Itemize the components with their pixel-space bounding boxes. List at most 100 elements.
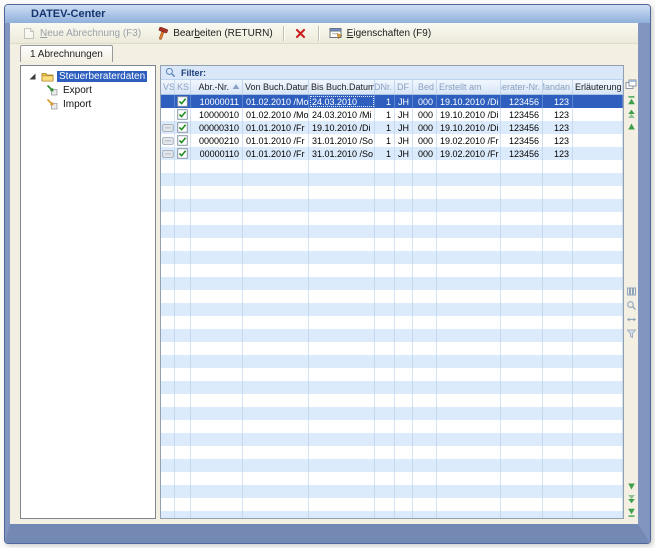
eigenschaften-button[interactable]: Eigenschaften (F9) [322,26,439,41]
cell-bed[interactable]: 000 [413,147,437,160]
column-header-erl[interactable]: Erläuterung [573,80,623,94]
tree-item-export[interactable]: Export [21,83,155,97]
cell-mandan[interactable]: 123 [543,134,573,147]
cell-erl[interactable] [573,121,623,134]
cell-mandan[interactable]: 123 [543,95,573,108]
cell-bed[interactable]: 000 [413,134,437,147]
column-header-von[interactable]: Von Buch.Datum [243,80,309,94]
checkbox-checked-icon[interactable] [176,135,189,147]
cell-bed[interactable]: 000 [413,95,437,108]
checkbox-checked-icon[interactable] [176,122,189,134]
cell-abr[interactable]: 00000110 [191,147,243,160]
scroll-page-down-icon[interactable] [625,493,637,505]
checkbox-checked-icon[interactable] [176,109,189,121]
cell-mandan[interactable]: 123 [543,108,573,121]
cell-dnr[interactable]: 1 [375,108,395,121]
checkbox-checked-icon[interactable] [176,96,189,108]
column-header-erstellt[interactable]: Erstellt am [437,80,501,94]
cell-bis[interactable]: 19.10.2010 /Di [309,121,375,134]
cell-erl[interactable] [573,108,623,121]
cell-df[interactable]: JH [395,147,413,160]
column-header-mandan[interactable]: Mandan [543,80,573,94]
column-header-bed[interactable]: Bed [413,80,437,94]
cell-bis[interactable]: 24.03.2010 /Mi [309,108,375,121]
cell-berater[interactable]: 123456 [501,95,543,108]
cell-df[interactable]: JH [395,121,413,134]
cell-berater[interactable]: 123456 [501,134,543,147]
cell-abr[interactable]: 00000210 [191,134,243,147]
cell-erl[interactable] [573,95,623,108]
cell-ks[interactable] [175,108,191,121]
cell-dnr[interactable]: 1 [375,134,395,147]
empty-cell [413,277,437,290]
filter-magnifier-icon[interactable] [164,67,177,79]
scroll-page-up-icon[interactable] [625,107,637,119]
cell-von[interactable]: 01.01.2010 /Fr [243,121,309,134]
cell-berater[interactable]: 123456 [501,108,543,121]
cell-ks[interactable] [175,121,191,134]
cell-bis[interactable]: 31.01.2010 /So [309,134,375,147]
cell-df[interactable]: JH [395,134,413,147]
neue-abrechnung-button[interactable]: Neue Abrechnung (F3) [15,26,148,41]
cell-erstellt[interactable]: 19.02.2010 /Fr [437,147,501,160]
cell-von[interactable]: 01.02.2010 /Mo [243,108,309,121]
tab-abrechnungen[interactable]: 1 Abrechnungen [20,45,113,62]
cell-df[interactable]: JH [395,108,413,121]
cell-dnr[interactable]: 1 [375,95,395,108]
cell-berater[interactable]: 123456 [501,147,543,160]
filter-funnel-icon[interactable] [625,327,637,339]
cell-vs[interactable] [161,147,175,160]
cell-ks[interactable] [175,147,191,160]
column-header-abr[interactable]: Abr.-Nr. [191,80,243,94]
column-header-dnr[interactable]: DNr. [375,80,395,94]
cell-dnr[interactable]: 1 [375,121,395,134]
cell-abr[interactable]: 00000310 [191,121,243,134]
tree-item-steuerberaterdaten[interactable]: Steuerberaterdaten [21,69,155,83]
cell-bed[interactable]: 000 [413,121,437,134]
column-header-berater[interactable]: Berater-Nr. [501,80,543,94]
scroll-top-icon[interactable] [625,94,637,106]
cell-von[interactable]: 01.01.2010 /Fr [243,134,309,147]
cell-bed[interactable]: 000 [413,108,437,121]
cell-erl[interactable] [573,134,623,147]
cell-erstellt[interactable]: 19.10.2010 /Di [437,95,501,108]
cell-abr[interactable]: 10000011 [191,95,243,108]
cell-abr[interactable]: 10000010 [191,108,243,121]
search-icon[interactable] [625,299,637,311]
cell-bis[interactable]: 24.03.2010 [309,95,375,108]
cell-vs[interactable] [161,134,175,147]
cell-von[interactable]: 01.02.2010 /Mo [243,95,309,108]
cell-ks[interactable] [175,95,191,108]
cell-mandan[interactable]: 123 [543,147,573,160]
columns-icon[interactable] [625,285,637,297]
column-header-bis[interactable]: Bis Buch.Datum [309,80,375,94]
cell-bis[interactable]: 31.01.2010 /So [309,147,375,160]
loeschen-button[interactable] [287,26,315,41]
fit-width-icon[interactable] [625,313,637,325]
cell-vs[interactable] [161,95,175,108]
scroll-bottom-icon[interactable] [625,506,637,518]
scroll-down-icon[interactable] [625,480,637,492]
cell-berater[interactable]: 123456 [501,121,543,134]
cell-ks[interactable] [175,134,191,147]
cell-erstellt[interactable]: 19.10.2010 /Di [437,108,501,121]
tree-item-import[interactable]: Import [21,97,155,111]
cell-vs[interactable] [161,108,175,121]
cell-dnr[interactable]: 1 [375,147,395,160]
cell-von[interactable]: 01.01.2010 /Fr [243,147,309,160]
cell-vs[interactable] [161,121,175,134]
cell-erstellt[interactable]: 19.02.2010 /Fr [437,134,501,147]
column-header-ks[interactable]: KS [175,80,191,94]
checkbox-checked-icon[interactable] [176,148,189,160]
cell-erstellt[interactable]: 19.10.2010 /Di [437,121,501,134]
cell-erl[interactable] [573,147,623,160]
scroll-up-icon[interactable] [625,120,637,132]
cell-df[interactable]: JH [395,95,413,108]
expander-open-icon[interactable] [25,70,38,82]
bearbeiten-button[interactable]: Bearbeiten (RETURN) [148,26,279,41]
cell-mandan[interactable]: 123 [543,121,573,134]
column-header-df[interactable]: DF [395,80,413,94]
column-chooser-icon[interactable] [625,78,637,90]
window-titlebar[interactable]: DATEV-Center [5,5,650,23]
column-header-vs[interactable]: VS [161,80,175,94]
